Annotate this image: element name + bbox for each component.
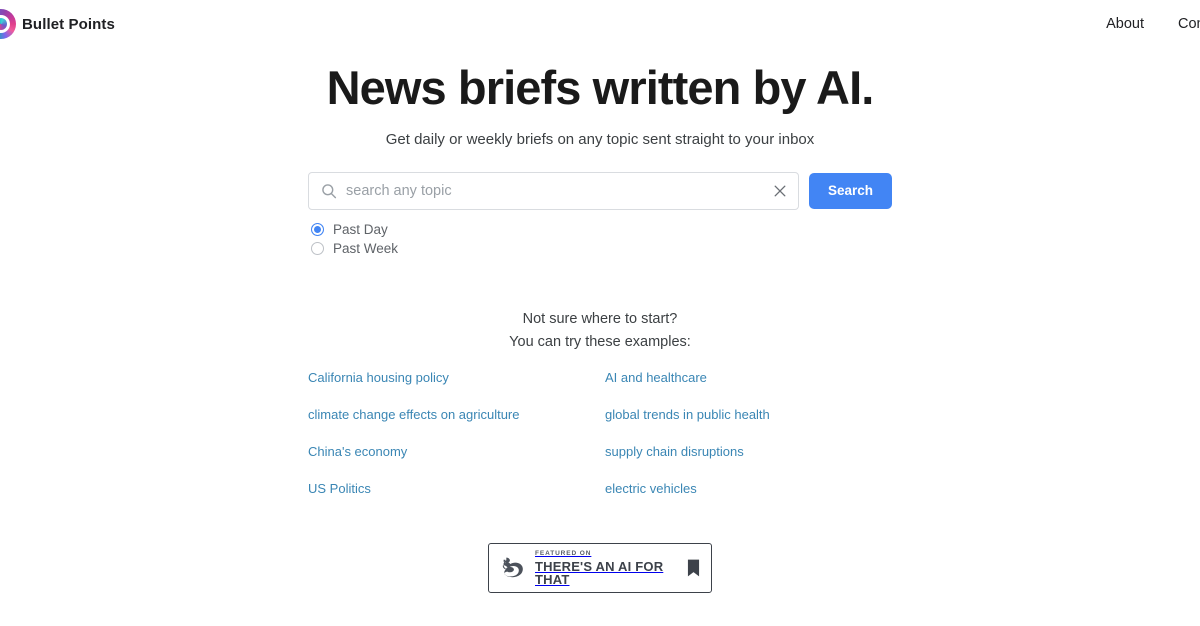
- search-box[interactable]: [308, 171, 799, 210]
- examples-prompt-line-1: Not sure where to start?: [522, 310, 678, 327]
- time-range-filters: Past Day Past Week: [308, 220, 892, 258]
- site-header: Bullet Points About Contact: [0, 0, 1200, 48]
- featured-badge-kicker: FEATURED ON: [535, 549, 592, 557]
- search-input[interactable]: [346, 182, 763, 199]
- search-icon: [321, 183, 337, 199]
- page-subtitle: Get daily or weekly briefs on any topic …: [385, 130, 815, 148]
- flexed-biceps-icon: [498, 554, 526, 582]
- close-icon[interactable]: [772, 183, 788, 199]
- filter-option-past-day[interactable]: Past Day: [311, 220, 892, 239]
- featured-badge-text: FEATURED ON THERE'S AN AI FOR THAT: [535, 549, 678, 588]
- bookmark-icon: [687, 558, 700, 578]
- search-button[interactable]: Search: [808, 172, 892, 209]
- nav-item-about[interactable]: About: [1106, 16, 1144, 32]
- example-link[interactable]: climate change effects on agriculture: [308, 408, 595, 421]
- hero-section: News briefs written by AI. Get daily or …: [0, 61, 1200, 148]
- examples-grid: California housing policy AI and healthc…: [308, 371, 892, 495]
- header-nav: About Contact: [1106, 0, 1200, 48]
- example-link[interactable]: electric vehicles: [605, 482, 892, 495]
- search-section: Search: [308, 171, 892, 210]
- examples-section: Not sure where to start? You can try the…: [0, 308, 1200, 496]
- example-link[interactable]: global trends in public health: [605, 408, 892, 421]
- example-link[interactable]: US Politics: [308, 482, 595, 495]
- example-link[interactable]: China's economy: [308, 445, 595, 458]
- radio-past-day[interactable]: [311, 222, 324, 236]
- filter-option-past-week[interactable]: Past Week: [311, 239, 892, 258]
- featured-badge-section: FEATURED ON THERE'S AN AI FOR THAT: [0, 543, 1200, 594]
- examples-prompt-line-2: You can try these examples:: [509, 333, 691, 350]
- brand[interactable]: Bullet Points: [0, 9, 115, 39]
- featured-badge[interactable]: FEATURED ON THERE'S AN AI FOR THAT: [488, 543, 712, 594]
- radio-past-week[interactable]: [311, 241, 324, 255]
- filter-label-past-day: Past Day: [333, 221, 388, 237]
- example-link[interactable]: supply chain disruptions: [605, 445, 892, 458]
- brand-name: Bullet Points: [22, 15, 115, 33]
- example-link[interactable]: California housing policy: [308, 371, 595, 384]
- example-link[interactable]: AI and healthcare: [605, 371, 892, 384]
- filter-label-past-week: Past Week: [333, 240, 399, 256]
- bulletpoints-swirl-logo: [0, 9, 16, 39]
- main-content: News briefs written by AI. Get daily or …: [0, 61, 1200, 594]
- nav-item-contact[interactable]: Contact: [1178, 16, 1200, 32]
- page-title: News briefs written by AI.: [326, 61, 875, 114]
- featured-badge-title: THERE'S AN AI FOR THAT: [535, 559, 664, 588]
